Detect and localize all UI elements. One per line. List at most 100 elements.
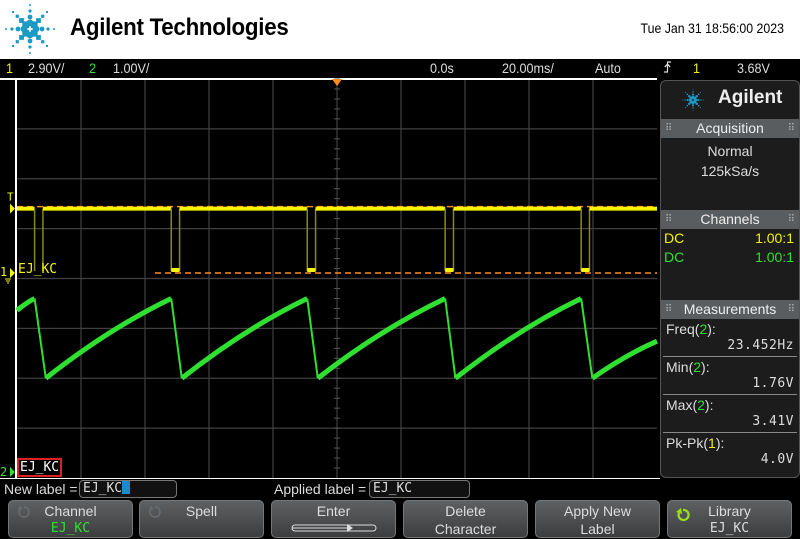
ch1-coupling: DC (664, 230, 685, 246)
measurement-item[interactable]: Pk-Pk(1): 4.0V (663, 433, 797, 471)
ch2-rising-segment (453, 296, 583, 381)
spark-dot (692, 88, 694, 90)
spark-dot (28, 45, 32, 49)
spark-dot (695, 95, 698, 98)
ch1-probe: 1.00:1 (755, 230, 794, 246)
meas-value: 23.452Hz (727, 338, 794, 353)
ch2-falling-segment (444, 298, 457, 379)
apply-new-label-softkey[interactable]: Apply New Label (535, 500, 660, 538)
acquisition-title[interactable]: Acquisition (661, 119, 799, 138)
spark-dot (697, 93, 700, 96)
meas-channel: 1 (708, 435, 716, 451)
spark-dot (27, 14, 33, 20)
brand-title: Agilent Technologies (70, 14, 289, 41)
enter-softkey[interactable]: Enter (271, 500, 396, 538)
spark-dot (695, 102, 698, 105)
channels-title[interactable]: Channels (661, 210, 799, 229)
new-label-value: EJ_KC (83, 481, 123, 496)
measurement-item[interactable]: Max(2): 3.41V (663, 395, 797, 433)
spark-dot (46, 27, 50, 31)
spark-dot (29, 52, 31, 54)
delete-character-softkey[interactable]: Delete Character (403, 500, 528, 538)
ch2-coupling: DC (664, 249, 685, 265)
channel-softkey[interactable]: Channel EJ_KC (8, 500, 133, 538)
applied-label-value: EJ_KC (373, 481, 413, 496)
meas-channel: 2 (699, 321, 708, 337)
trigger-level-arrow (10, 203, 15, 214)
spark-dot (686, 104, 689, 107)
spark-dot (681, 99, 683, 101)
sample-rate: 125kSa/s (700, 163, 760, 179)
info-panel: Agilent Acquisition Normal 125kSa/s Chan… (660, 80, 800, 478)
spark-dot (697, 104, 700, 107)
softkey-label: Enter (316, 503, 351, 519)
applied-label-caption: Applied label = (274, 481, 367, 497)
spark-dot (53, 28, 55, 30)
meas-value: 3.41V (752, 414, 794, 429)
rising-edge-icon (663, 60, 672, 77)
spark-dot (29, 4, 31, 6)
acquisition-info: Normal 125kSa/s (661, 138, 799, 210)
ch1-marker-number: 1 (0, 265, 7, 279)
trigger-level-marker-label: T (7, 191, 14, 204)
new-label-caption: New label = (4, 481, 78, 497)
meas-channel: 2 (693, 359, 702, 375)
spark-dot (45, 11, 48, 14)
spark-dot (692, 91, 694, 93)
meas-name: Pk-Pk (666, 435, 704, 451)
graticule: T 1 2 (0, 78, 660, 480)
spark-dot (691, 93, 695, 96)
spark-dot (45, 44, 48, 47)
spark-dot (686, 93, 689, 96)
softkey-sub: Label (580, 521, 615, 537)
trigger-level[interactable]: 3.68V (737, 60, 770, 76)
grid-lines (0, 78, 660, 480)
spark-dot (700, 107, 701, 108)
meas-value: 1.76V (752, 376, 794, 391)
softkey-sub: Character (434, 521, 497, 537)
enter-arrow-icon (291, 524, 376, 532)
header: Agilent Technologies Tue Jan 31 18:56:00… (0, 0, 800, 59)
spark-dot (36, 35, 41, 40)
measurement-item[interactable]: Freq(2): 23.452Hz (663, 319, 797, 357)
spark-dot (28, 9, 32, 13)
ch1-ground-arrow (10, 268, 15, 279)
ch2-probe: 1.00:1 (755, 249, 794, 265)
new-label-input[interactable]: EJ_KC (79, 480, 177, 498)
spark-dot (691, 104, 695, 107)
softkey-label: Delete (445, 503, 486, 519)
softkey-sub: EJ_KC (50, 521, 91, 536)
library-softkey[interactable]: Library EJ_KC (667, 500, 792, 538)
spark-dot (685, 107, 686, 108)
spark-dot (15, 26, 21, 32)
spark-dot (27, 38, 33, 44)
entry-knob-icon (18, 506, 30, 518)
channel-row-2: DC 1.00:1 (661, 248, 799, 267)
softkey-label: Apply New (564, 503, 631, 519)
ch2-marker-number: 2 (0, 465, 7, 479)
ch1-label[interactable]: EJ_KC (18, 262, 57, 277)
spark-dot (688, 95, 691, 98)
spell-softkey[interactable]: Spell (139, 500, 264, 538)
spark-dot (12, 11, 15, 14)
measurements-title[interactable]: Measurements (661, 300, 799, 319)
spark-dot (15, 14, 19, 18)
measurement-item[interactable]: Min(2): 1.76V (663, 357, 797, 395)
meas-name: Max (666, 397, 693, 413)
ch2-label[interactable]: EJ_KC (17, 458, 63, 477)
agilent-spark-icon (681, 88, 705, 112)
spark-dot (36, 18, 41, 23)
acquisition-mode: Normal (707, 143, 753, 159)
spark-dot (19, 18, 24, 23)
trigger-source[interactable]: 1 (693, 60, 700, 76)
spark-dot (12, 44, 15, 47)
ch2-rising-segment (180, 296, 309, 381)
panel-brand-text: Agilent (718, 87, 783, 108)
waveform-display[interactable]: T 1 2 EJ_KC EJ_KC (0, 74, 660, 480)
ch2-falling-segment (306, 298, 319, 379)
spark-dot (692, 107, 694, 109)
ch2-rising-segment (15, 296, 36, 313)
spark-dot (685, 92, 686, 93)
trigger-position-marker (332, 79, 342, 86)
spark-dot (41, 14, 45, 18)
